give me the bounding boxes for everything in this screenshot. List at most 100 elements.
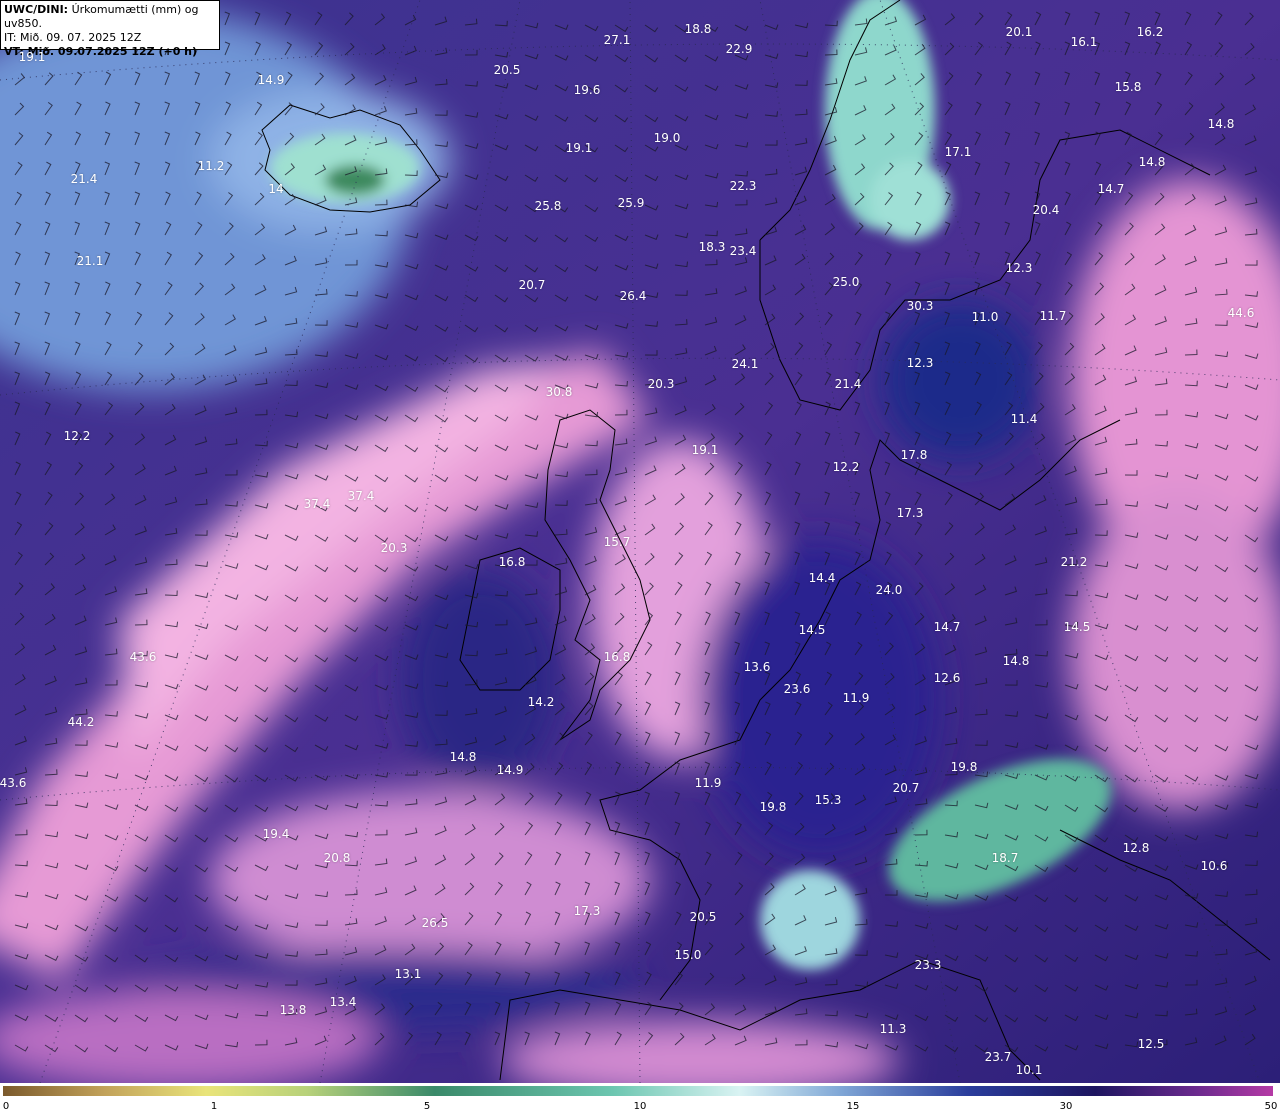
value-label: 21.1 <box>76 254 104 268</box>
value-label: 10.1 <box>1015 1063 1043 1077</box>
value-label: 44.6 <box>1227 306 1255 320</box>
value-label: 18.7 <box>991 851 1019 865</box>
value-label: 11.9 <box>694 776 722 790</box>
value-label: 12.3 <box>1005 261 1033 275</box>
value-label: 20.8 <box>323 851 351 865</box>
map-title-box: UWC/DINI: Úrkomumætti (mm) og uv850. IT:… <box>0 0 220 58</box>
value-label: 20.1 <box>1005 25 1033 39</box>
value-label: 14.8 <box>1207 117 1235 131</box>
value-label: 19.8 <box>759 800 787 814</box>
value-label: 20.4 <box>1032 203 1060 217</box>
value-label: 19.4 <box>262 827 290 841</box>
value-label: 11.0 <box>971 310 999 324</box>
value-label: 14.8 <box>1138 155 1166 169</box>
colorbar-tick-label: 30 <box>1059 1101 1073 1112</box>
value-label: 14.2 <box>527 695 555 709</box>
value-label: 12.3 <box>906 356 934 370</box>
value-label: 26.5 <box>421 916 449 930</box>
value-label: 20.5 <box>689 910 717 924</box>
value-label: 44.2 <box>67 715 95 729</box>
value-label: 16.8 <box>498 555 526 569</box>
colorbar-tick-label: 5 <box>423 1101 431 1112</box>
value-label: 18.3 <box>698 240 726 254</box>
value-label: 14 <box>268 182 284 196</box>
value-label: 15.7 <box>603 535 631 549</box>
value-label: 14.5 <box>798 623 826 637</box>
value-label: 23.3 <box>914 958 942 972</box>
value-label: 11.2 <box>197 159 225 173</box>
value-label: 13.8 <box>279 1003 307 1017</box>
colorbar-tick-label: 50 <box>1264 1101 1278 1112</box>
colorbar-tick-label: 0 <box>2 1101 10 1112</box>
value-label: 43.6 <box>0 776 27 790</box>
value-label: 17.3 <box>573 904 601 918</box>
value-label: 24.1 <box>731 357 759 371</box>
value-label: 25.0 <box>832 275 860 289</box>
value-label: 12.6 <box>933 671 961 685</box>
value-label: 13.1 <box>394 967 422 981</box>
value-label: 14.8 <box>1002 654 1030 668</box>
value-label: 13.6 <box>743 660 771 674</box>
value-label: 13.4 <box>329 995 357 1009</box>
value-label: 19.1 <box>691 443 719 457</box>
value-label: 17.3 <box>896 506 924 520</box>
value-label: 19.1 <box>565 141 593 155</box>
value-label: 21.2 <box>1060 555 1088 569</box>
value-label: 26.4 <box>619 289 647 303</box>
value-label: 23.7 <box>984 1050 1012 1064</box>
model-name: UWC/DINI: <box>4 3 69 16</box>
value-label: 11.9 <box>842 691 870 705</box>
value-label: 27.1 <box>603 33 631 47</box>
value-label: 14.4 <box>808 571 836 585</box>
value-label: 18.8 <box>684 22 712 36</box>
weather-map <box>0 0 1280 1083</box>
value-label: 17.8 <box>900 448 928 462</box>
colorbar-gradient <box>3 1086 1273 1096</box>
value-label: 11.4 <box>1010 412 1038 426</box>
value-label: 15.3 <box>814 793 842 807</box>
value-label: 15.8 <box>1114 80 1142 94</box>
colorbar-tick-label: 15 <box>846 1101 860 1112</box>
value-label: 30.3 <box>906 299 934 313</box>
value-label: 16.1 <box>1070 35 1098 49</box>
colorbar-tick-label: 1 <box>210 1101 218 1112</box>
value-label: 19.1 <box>18 50 46 64</box>
value-label: 25.8 <box>534 199 562 213</box>
value-label: 14.5 <box>1063 620 1091 634</box>
initial-time: IT: Mið. 09. 07. 2025 12Z <box>4 31 142 44</box>
value-label: 37.4 <box>347 489 375 503</box>
value-label: 20.3 <box>647 377 675 391</box>
value-label: 21.4 <box>70 172 98 186</box>
value-label: 23.6 <box>783 682 811 696</box>
value-label: 19.0 <box>653 131 681 145</box>
value-label: 12.8 <box>1122 841 1150 855</box>
value-label: 14.7 <box>933 620 961 634</box>
value-label: 20.7 <box>892 781 920 795</box>
value-label: 16.8 <box>603 650 631 664</box>
value-label: 23.4 <box>729 244 757 258</box>
value-label: 25.9 <box>617 196 645 210</box>
colorbar: 0 1 5 10 15 30 50 <box>0 1083 1280 1115</box>
value-label: 12.5 <box>1137 1037 1165 1051</box>
value-label: 14.8 <box>449 750 477 764</box>
value-label: 14.9 <box>257 73 285 87</box>
value-label: 11.3 <box>879 1022 907 1036</box>
value-label: 19.8 <box>950 760 978 774</box>
value-label: 15.0 <box>674 948 702 962</box>
colorbar-tick-label: 10 <box>633 1101 647 1112</box>
value-label: 30.8 <box>545 385 573 399</box>
value-label: 10.6 <box>1200 859 1228 873</box>
value-label: 19.6 <box>573 83 601 97</box>
value-label: 22.3 <box>729 179 757 193</box>
value-label: 37.4 <box>303 497 331 511</box>
value-label: 21.4 <box>834 377 862 391</box>
value-label: 16.2 <box>1136 25 1164 39</box>
value-label: 20.7 <box>518 278 546 292</box>
value-label: 12.2 <box>832 460 860 474</box>
value-label: 22.9 <box>725 42 753 56</box>
value-label: 20.5 <box>493 63 521 77</box>
value-label: 14.7 <box>1097 182 1125 196</box>
value-label: 12.2 <box>63 429 91 443</box>
value-label: 43.6 <box>129 650 157 664</box>
value-label: 20.3 <box>380 541 408 555</box>
